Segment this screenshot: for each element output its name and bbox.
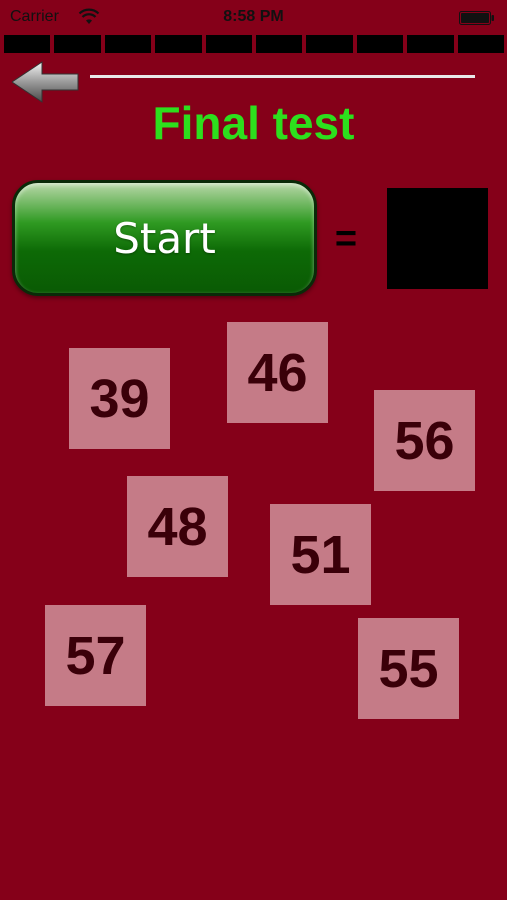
progress-segment: [457, 35, 505, 53]
battery-icon: [459, 11, 494, 25]
progress-segment: [205, 35, 253, 53]
number-tile[interactable]: 55: [358, 618, 459, 719]
progress-segment: [356, 35, 404, 53]
number-tile[interactable]: 46: [227, 322, 328, 423]
progress-indicator: [4, 35, 505, 53]
progress-segment: [155, 35, 202, 53]
equals-sign: =: [334, 218, 358, 260]
start-button[interactable]: Start: [12, 180, 317, 296]
progress-segment: [306, 35, 353, 53]
status-bar: Carrier 8:58 PM: [0, 0, 507, 34]
progress-segment: [407, 35, 454, 53]
number-tile[interactable]: 51: [270, 504, 371, 605]
number-tile[interactable]: 39: [69, 348, 170, 449]
number-tile[interactable]: 56: [374, 390, 475, 491]
progress-segment: [104, 35, 152, 53]
progress-segment: [256, 35, 303, 53]
progress-segment: [54, 35, 101, 53]
progress-segment: [4, 35, 51, 53]
divider-line: [90, 75, 475, 78]
number-tile[interactable]: 57: [45, 605, 146, 706]
page-title: Final test: [152, 97, 355, 149]
status-time: 8:58 PM: [223, 8, 284, 25]
number-tile[interactable]: 48: [127, 476, 228, 577]
answer-box: [387, 188, 488, 289]
